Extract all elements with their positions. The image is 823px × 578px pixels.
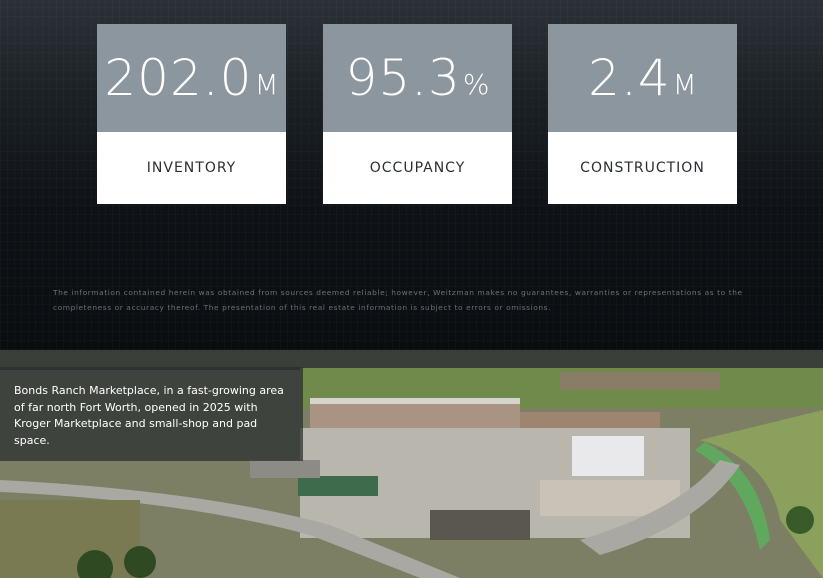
disclaimer-text: The information contained herein was obt… <box>53 288 743 312</box>
stat-label: CONSTRUCTION <box>548 132 737 204</box>
stat-unit: M <box>672 67 697 101</box>
stat-card-occupancy: 95.3% OCCUPANCY <box>323 24 512 204</box>
stat-value-panel: 2.4 M <box>548 24 737 132</box>
stat-value-panel: 95.3% <box>323 24 512 132</box>
stat-label: OCCUPANCY <box>323 132 512 204</box>
stat-value: 95.3 <box>345 49 461 107</box>
stat-card-inventory: 202.0 M INVENTORY <box>97 24 286 204</box>
stat-value: 2.4 <box>588 49 671 107</box>
stat-unit: M <box>254 67 279 101</box>
stat-value: 202.0 <box>104 49 253 107</box>
stat-unit: % <box>462 67 490 101</box>
stat-value-panel: 202.0 M <box>97 24 286 132</box>
stat-card-construction: 2.4 M CONSTRUCTION <box>548 24 737 204</box>
stat-label: INVENTORY <box>97 132 286 204</box>
photo-caption: Bonds Ranch Marketplace, in a fast-growi… <box>14 384 284 447</box>
